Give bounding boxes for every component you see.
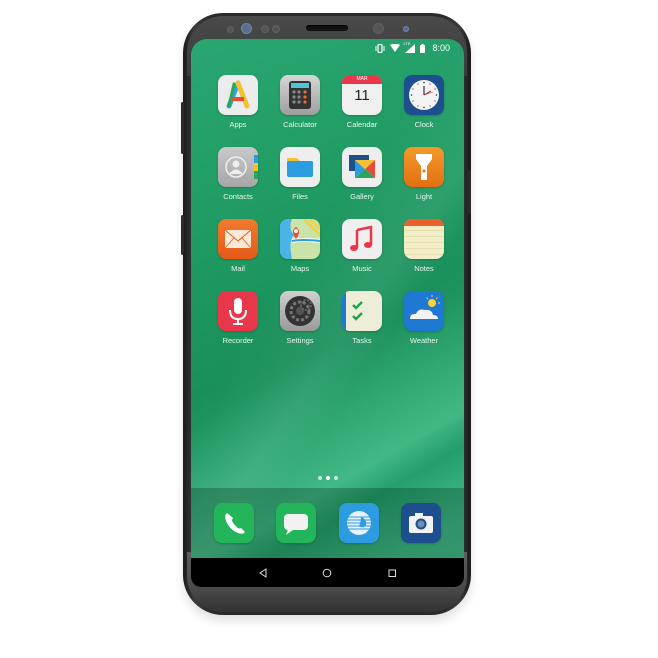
app-label: Mail (231, 264, 245, 273)
signal-icon: LTE (403, 40, 416, 53)
app-light[interactable]: Light (393, 147, 455, 201)
page-dot[interactable] (333, 476, 338, 480)
globe-icon (346, 511, 371, 535)
app-music[interactable]: Music (331, 219, 393, 273)
earpiece-speaker (306, 25, 348, 31)
microphone-icon (218, 291, 258, 331)
app-label: Settings (286, 336, 314, 345)
app-tasks[interactable]: Tasks (331, 291, 393, 345)
navigation-bar (191, 558, 464, 587)
app-label: Music (352, 264, 372, 273)
app-label: Maps (290, 264, 310, 273)
app-label: Gallery (350, 192, 374, 201)
camera-icon (408, 513, 433, 533)
flashlight-icon (404, 147, 444, 187)
recents-button[interactable] (385, 566, 399, 580)
phone-icon (225, 513, 246, 534)
app-label: Light (415, 192, 433, 201)
app-calendar[interactable]: MAR 11 Calendar (331, 75, 393, 129)
mail-icon (218, 219, 258, 259)
dock-phone-button[interactable] (214, 503, 255, 543)
app-maps[interactable]: Maps (269, 219, 331, 273)
wifi-icon (390, 44, 401, 52)
message-icon (284, 514, 309, 535)
app-grid: Apps Calculator MAR 11 Calendar Clock Co… (207, 75, 456, 345)
page-dot-active[interactable] (325, 476, 330, 480)
app-label: Calculator (283, 120, 317, 129)
calendar-month: MAR (342, 75, 382, 84)
home-circle-icon (323, 568, 332, 577)
app-label: Contacts (223, 192, 253, 201)
sensor-dot (227, 26, 234, 33)
clock-icon (404, 75, 444, 115)
dock-camera-button[interactable] (400, 503, 441, 543)
app-label: Clock (414, 120, 434, 129)
network-type-label: LTE (403, 40, 411, 46)
battery-icon (420, 43, 426, 53)
app-files[interactable]: Files (269, 147, 331, 201)
map-icon (280, 219, 320, 259)
weather-icon (404, 291, 444, 331)
dock-messages-button[interactable] (276, 503, 317, 543)
dock-browser-button[interactable] (338, 503, 379, 543)
app-apps[interactable]: Apps (207, 75, 269, 129)
recents-square-icon (388, 569, 396, 577)
page-dot[interactable] (317, 476, 322, 480)
music-note-icon (342, 219, 382, 259)
app-weather[interactable]: Weather (393, 291, 455, 345)
led-indicator (403, 26, 409, 32)
sensor-dot (261, 25, 269, 33)
notes-header (404, 219, 444, 226)
bixby-button[interactable] (181, 215, 184, 255)
clock-time: 8:00 (432, 43, 450, 53)
contacts-icon (218, 147, 258, 187)
iris-sensor (241, 23, 252, 34)
home-screen: LTE 8:00 Apps Calculator MAR 11 Calendar… (191, 39, 464, 587)
status-bar: LTE 8:00 (375, 41, 450, 55)
volume-button[interactable] (181, 102, 184, 154)
gear-icon (280, 291, 320, 331)
app-clock[interactable]: Clock (393, 75, 455, 129)
app-settings[interactable]: Settings (269, 291, 331, 345)
app-recorder[interactable]: Recorder (207, 291, 269, 345)
tasks-spine (342, 291, 346, 331)
calculator-icon (280, 75, 320, 115)
app-label: Notes (414, 264, 434, 273)
power-button[interactable] (468, 170, 471, 214)
gallery-icon (342, 147, 382, 187)
app-contacts[interactable]: Contacts (207, 147, 269, 201)
front-camera (373, 23, 384, 34)
vibrate-icon (375, 43, 385, 53)
app-label: Recorder (222, 336, 254, 345)
app-label: Calendar (346, 120, 378, 129)
home-button[interactable] (320, 566, 334, 580)
app-calculator[interactable]: Calculator (269, 75, 331, 129)
back-button[interactable] (256, 566, 270, 580)
app-mail[interactable]: Mail (207, 219, 269, 273)
back-triangle-icon (259, 567, 267, 578)
folder-icon (280, 147, 320, 187)
dock (191, 488, 464, 558)
checklist-icon (342, 291, 382, 331)
sensor-dot (272, 25, 280, 33)
app-gallery[interactable]: Gallery (331, 147, 393, 201)
notes-icon (404, 219, 444, 259)
page-indicator (191, 476, 464, 480)
app-label: Apps (229, 120, 247, 129)
calendar-icon: MAR 11 (342, 75, 382, 115)
app-notes[interactable]: Notes (393, 219, 455, 273)
app-label: Tasks (352, 336, 372, 345)
app-label: Files (292, 192, 308, 201)
apps-icon (218, 75, 258, 115)
app-label: Weather (409, 336, 439, 345)
calendar-day: 11 (354, 87, 370, 104)
